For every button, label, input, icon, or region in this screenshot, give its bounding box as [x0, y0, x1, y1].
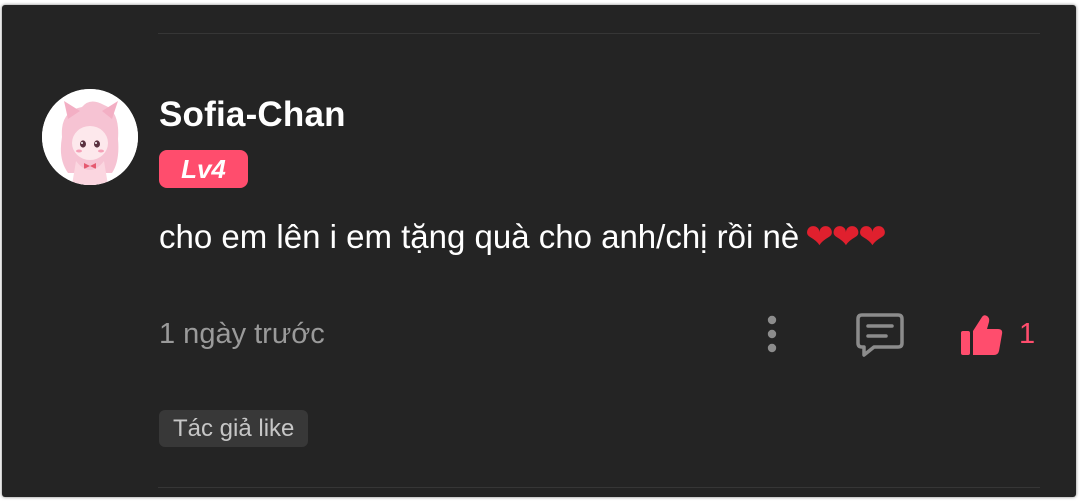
level-badge: Lv4: [159, 150, 248, 188]
like-button[interactable]: 1: [957, 311, 1047, 361]
like-count: 1: [1019, 318, 1036, 350]
thumbs-up-icon: [961, 315, 1003, 355]
divider: [158, 33, 1040, 34]
heart-emoji: ❤❤❤: [805, 217, 886, 257]
username[interactable]: Sofia-Chan: [159, 95, 346, 135]
more-vertical-icon: [767, 315, 777, 353]
timestamp: 1 ngày trước: [159, 318, 325, 350]
avatar[interactable]: [42, 89, 138, 185]
comment-text: cho em lên i em tặng quà cho anh/chị rồi…: [159, 218, 800, 255]
divider: [158, 487, 1040, 488]
comment-card: Sofia-Chan Lv4 cho em lên i em tặng quà …: [2, 5, 1076, 497]
author-liked-tag: Tác giả like: [159, 410, 309, 447]
reply-button[interactable]: [854, 311, 906, 361]
comment-body: cho em lên i em tặng quà cho anh/chị rồi…: [159, 217, 887, 257]
more-options-button[interactable]: [757, 311, 787, 357]
comment-icon: [856, 313, 904, 357]
avatar-image: [42, 89, 138, 185]
